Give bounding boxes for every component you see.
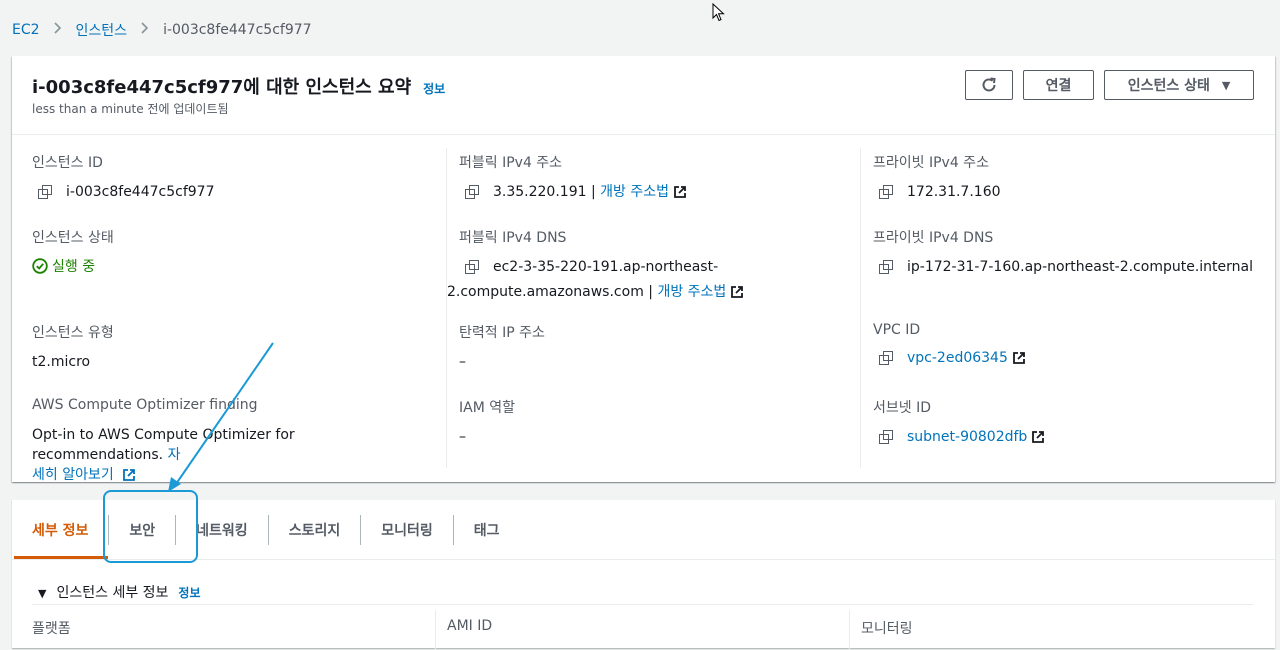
field-public-ipv4: 퍼블릭 IPv4 주소 3.35.220.191 | 개방 주소법 bbox=[459, 152, 687, 205]
summary-column-1: 인스턴스 ID i-003c8fe447c5cf977 인스턴스 상태 실행 중… bbox=[32, 148, 434, 483]
field-label: AWS Compute Optimizer finding bbox=[32, 397, 258, 413]
page-title: i-003c8fe447c5cf977에 대한 인스턴스 요약 정보 bbox=[32, 73, 445, 99]
divider bbox=[849, 610, 850, 650]
copy-icon[interactable] bbox=[38, 185, 52, 199]
breadcrumb-current: i-003c8fe447c5cf977 bbox=[163, 22, 312, 38]
refresh-button[interactable] bbox=[965, 70, 1013, 100]
tab-storage[interactable]: 스토리지 bbox=[269, 500, 361, 559]
divider bbox=[435, 610, 436, 650]
field-label: 프라이빗 IPv4 DNS bbox=[873, 230, 994, 246]
tab-bar: 세부 정보 보안 네트워킹 스토리지 모니터링 태그 bbox=[12, 500, 1275, 560]
field-label: 퍼블릭 IPv4 주소 bbox=[459, 155, 563, 171]
field-vpc-id: VPC ID vpc-2ed06345 bbox=[873, 322, 1026, 371]
highlight-box bbox=[103, 490, 198, 563]
field-private-ipv4: 프라이빗 IPv4 주소 172.31.7.160 bbox=[873, 152, 1001, 205]
copy-icon[interactable] bbox=[879, 260, 893, 274]
instance-details-header[interactable]: ▼ 인스턴스 세부 정보 정보 bbox=[38, 582, 201, 602]
caret-down-icon: ▼ bbox=[1221, 78, 1231, 92]
monitoring-label: 모니터링 bbox=[861, 621, 913, 637]
instance-state-dropdown[interactable]: 인스턴스 상태 ▼ bbox=[1104, 70, 1254, 100]
external-link-icon[interactable] bbox=[1031, 430, 1045, 444]
external-link-icon[interactable] bbox=[122, 468, 136, 482]
instance-summary-panel: i-003c8fe447c5cf977에 대한 인스턴스 요약 정보 less t… bbox=[12, 56, 1275, 483]
field-public-dns: 퍼블릭 IPv4 DNS ec2-3-35-220-191.ap-northea… bbox=[447, 227, 744, 305]
learn-more-link[interactable]: 자 bbox=[168, 447, 181, 463]
field-label: 인스턴스 유형 bbox=[32, 325, 114, 341]
external-link-icon[interactable] bbox=[1012, 351, 1026, 365]
tab-details[interactable]: 세부 정보 bbox=[12, 500, 109, 559]
field-label: VPC ID bbox=[873, 322, 921, 338]
field-iam-role: IAM 역할 – bbox=[459, 397, 515, 450]
private-dns-value: ip-172-31-7-160.ap-northeast-2.compute.i… bbox=[907, 259, 1253, 275]
breadcrumb-instances[interactable]: 인스턴스 bbox=[76, 20, 128, 40]
field-label: 인스턴스 상태 bbox=[32, 230, 114, 246]
connect-button[interactable]: 연결 bbox=[1023, 70, 1094, 100]
field-label: 서브넷 ID bbox=[873, 400, 931, 416]
iam-role-value: – bbox=[459, 429, 466, 445]
private-ip-value: 172.31.7.160 bbox=[907, 184, 1001, 200]
field-instance-state: 인스턴스 상태 실행 중 bbox=[32, 227, 114, 280]
summary-column-3: 프라이빗 IPv4 주소 172.31.7.160 프라이빗 IPv4 DNS … bbox=[860, 148, 1263, 468]
public-ip-value: 3.35.220.191 bbox=[493, 184, 587, 200]
open-address-link[interactable]: 개방 주소법 bbox=[600, 184, 669, 200]
chevron-right-icon bbox=[141, 22, 149, 38]
last-updated: less than a minute 전에 업데이트됨 bbox=[32, 102, 229, 116]
copy-icon[interactable] bbox=[879, 430, 893, 444]
field-label: 프라이빗 IPv4 주소 bbox=[873, 155, 989, 171]
divider bbox=[32, 604, 1253, 605]
breadcrumb: EC2 인스턴스 i-003c8fe447c5cf977 bbox=[12, 20, 312, 40]
field-elastic-ip: 탄력적 IP 주소 – bbox=[459, 322, 545, 375]
field-private-dns: 프라이빗 IPv4 DNS ip-172-31-7-160.ap-northea… bbox=[873, 227, 1253, 280]
summary-header: i-003c8fe447c5cf977에 대한 인스턴스 요약 정보 less t… bbox=[12, 56, 1275, 135]
tab-monitoring[interactable]: 모니터링 bbox=[361, 500, 453, 559]
external-link-icon[interactable] bbox=[730, 285, 744, 299]
open-address-link[interactable]: 개방 주소법 bbox=[657, 284, 726, 300]
elastic-ip-value: – bbox=[459, 354, 466, 370]
cursor-icon bbox=[712, 3, 725, 22]
instance-state-value: 실행 중 bbox=[52, 259, 96, 275]
copy-icon[interactable] bbox=[879, 351, 893, 365]
ami-id-label: AMI ID bbox=[447, 618, 493, 634]
field-subnet-id: 서브넷 ID subnet-90802dfb bbox=[873, 397, 1045, 450]
field-compute-optimizer: AWS Compute Optimizer finding Opt-in to … bbox=[32, 397, 422, 485]
copy-icon[interactable] bbox=[879, 185, 893, 199]
platform-label: 플랫폼 bbox=[32, 621, 71, 637]
caret-down-icon: ▼ bbox=[38, 587, 47, 600]
learn-more-link[interactable]: 세히 알아보기 bbox=[32, 467, 114, 483]
field-label: IAM 역할 bbox=[459, 400, 515, 416]
field-instance-type: 인스턴스 유형 t2.micro bbox=[32, 322, 114, 375]
field-label: 퍼블릭 IPv4 DNS bbox=[459, 230, 567, 246]
instance-id-value: i-003c8fe447c5cf977 bbox=[66, 184, 215, 200]
instance-type-value: t2.micro bbox=[32, 354, 91, 370]
info-link[interactable]: 정보 bbox=[178, 586, 200, 600]
status-badge: 실행 중 bbox=[32, 255, 114, 280]
check-circle-icon bbox=[32, 258, 48, 274]
breadcrumb-ec2[interactable]: EC2 bbox=[12, 22, 40, 38]
subnet-id-link[interactable]: subnet-90802dfb bbox=[907, 429, 1027, 445]
chevron-right-icon bbox=[53, 22, 62, 38]
public-dns-value-cont: 2.compute.amazonaws.com bbox=[447, 284, 644, 300]
copy-icon[interactable] bbox=[465, 260, 479, 274]
copy-icon[interactable] bbox=[465, 185, 479, 199]
info-link[interactable]: 정보 bbox=[423, 82, 445, 96]
external-link-icon[interactable] bbox=[673, 185, 687, 199]
field-label: 인스턴스 ID bbox=[32, 155, 103, 171]
tab-tags[interactable]: 태그 bbox=[454, 500, 520, 559]
public-dns-value: ec2-3-35-220-191.ap-northeast- bbox=[493, 259, 719, 275]
field-label: 탄력적 IP 주소 bbox=[459, 325, 545, 341]
vpc-id-link[interactable]: vpc-2ed06345 bbox=[907, 350, 1008, 366]
refresh-icon bbox=[982, 77, 996, 92]
optimizer-text: Opt-in to AWS Compute Optimizer for reco… bbox=[32, 427, 295, 463]
details-tabs-panel: 세부 정보 보안 네트워킹 스토리지 모니터링 태그 ▼ 인스턴스 세부 정보 정보… bbox=[12, 500, 1275, 650]
summary-column-2: 퍼블릭 IPv4 주소 3.35.220.191 | 개방 주소법 퍼블릭 IP… bbox=[446, 148, 849, 468]
field-instance-id: 인스턴스 ID i-003c8fe447c5cf977 bbox=[32, 152, 214, 205]
section-title-text: 인스턴스 세부 정보 bbox=[56, 585, 169, 601]
title-text: i-003c8fe447c5cf977에 대한 인스턴스 요약 bbox=[32, 77, 412, 98]
instance-state-label: 인스턴스 상태 bbox=[1127, 78, 1210, 94]
